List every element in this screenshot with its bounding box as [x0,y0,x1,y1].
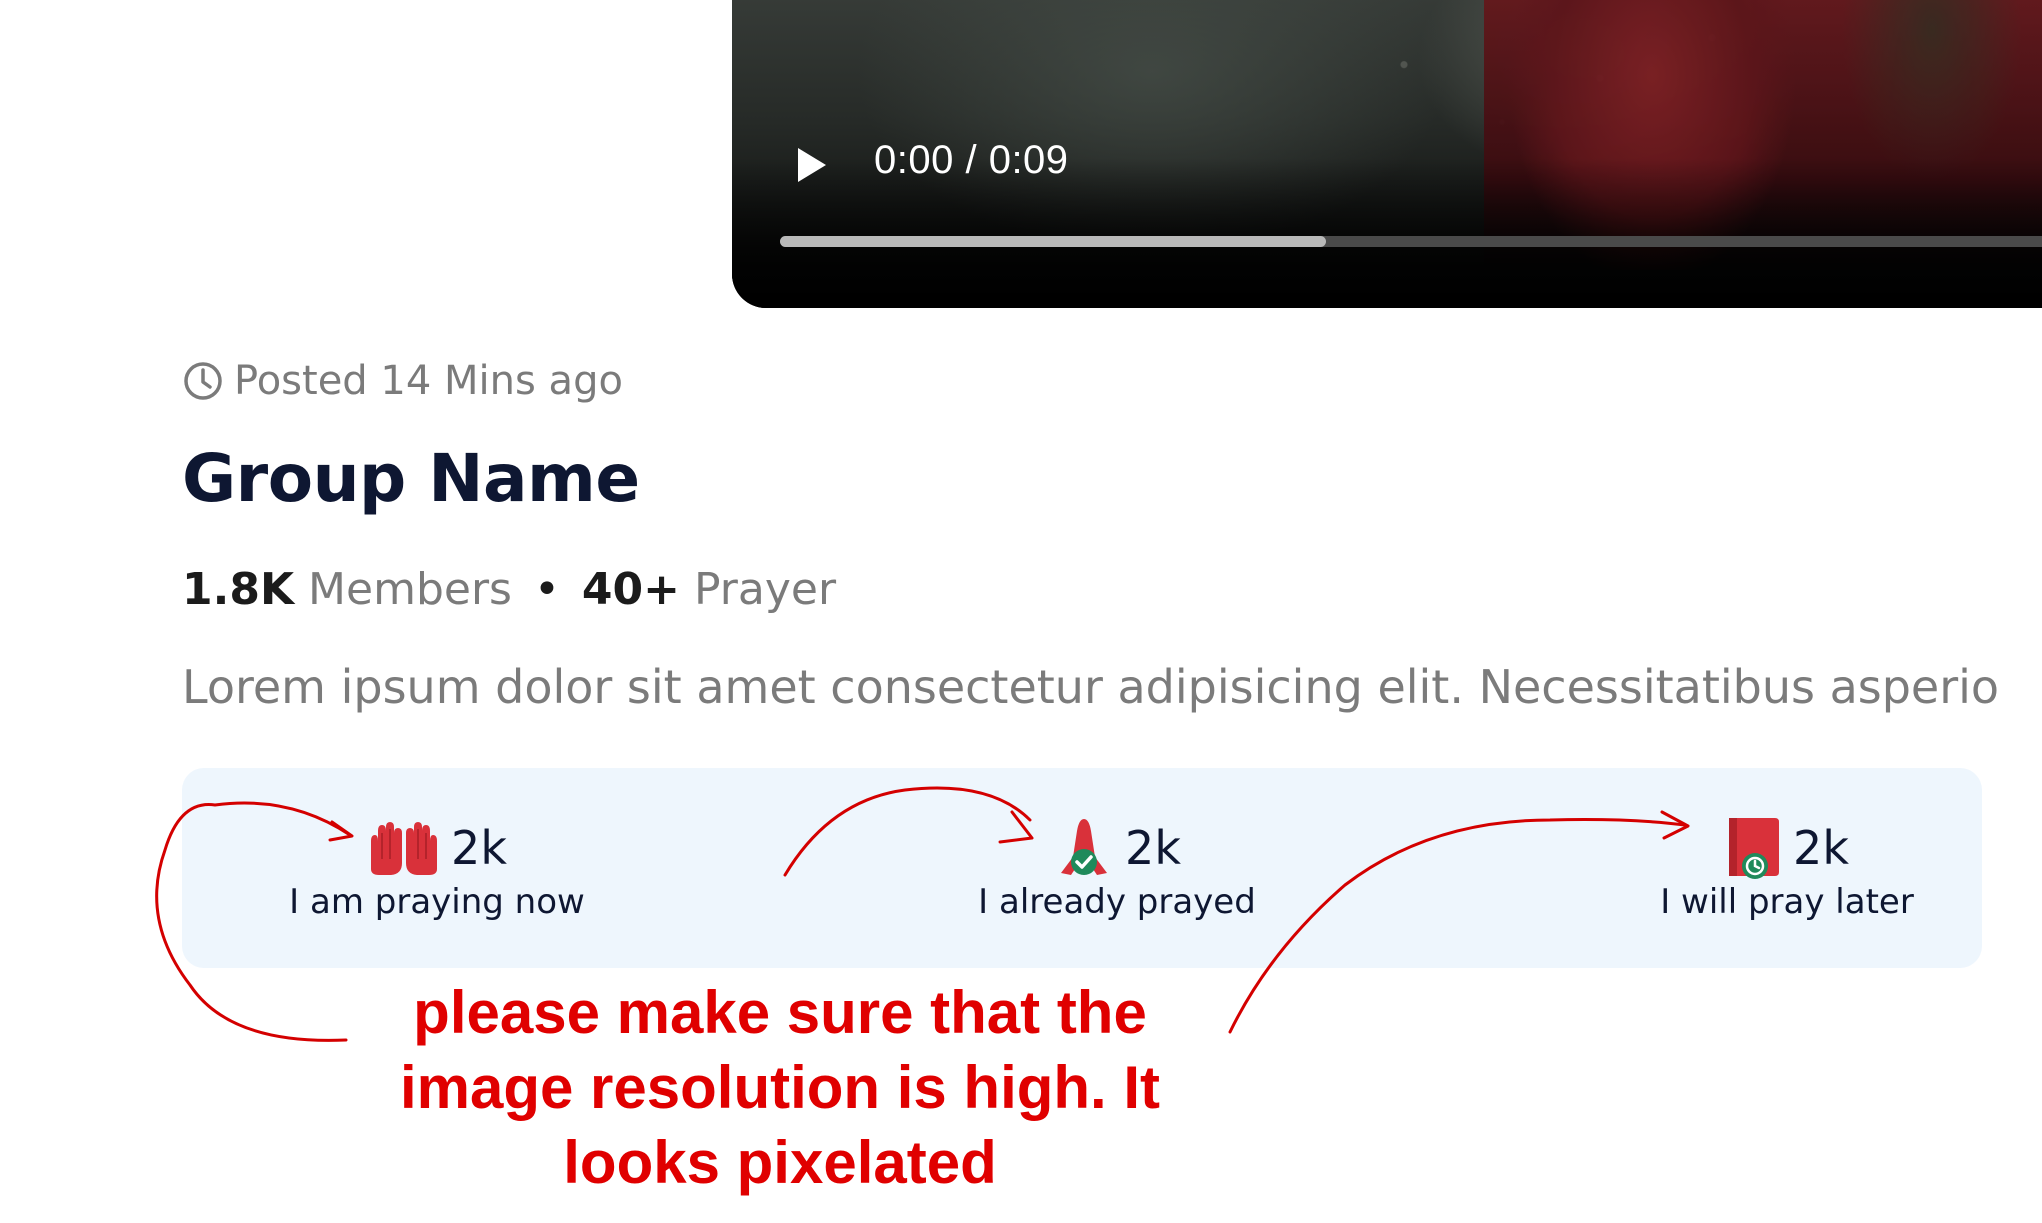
reaction-praying-now[interactable]: 2k I am praying now [277,816,597,922]
group-title: Group Name [182,440,640,517]
prayer-count: 40+ [581,564,681,615]
video-time: 0:00 / 0:09 [874,138,1069,182]
stats-separator: • [533,564,560,615]
video-player[interactable]: 0:00 / 0:09 [732,0,2042,308]
praying-hands-icon [371,822,438,875]
prayed-check-icon [1061,819,1108,875]
reaction-already-prayed[interactable]: 2k I already prayed [957,816,1277,922]
prayer-label: Prayer [694,564,837,615]
reaction-count: 2k [451,821,507,875]
posted-text: Posted 14 Mins ago [234,358,623,404]
group-description: Lorem ipsum dolor sit amet consectetur a… [182,660,2000,714]
reaction-pray-later[interactable]: 2k I will pray later [1627,816,1947,922]
members-label: Members [308,564,512,615]
reaction-label: I will pray later [1660,882,1914,922]
reaction-bar: 2k I am praying now 2k I already prayed [182,768,1982,968]
play-button[interactable] [792,145,832,185]
play-icon [798,148,826,182]
posted-time: Posted 14 Mins ago [182,358,623,404]
video-progress-fill [780,236,1326,247]
video-progress-bar[interactable] [780,236,2042,247]
annotation-note: please make sure that the image resoluti… [399,979,1161,1196]
reaction-count: 2k [1125,821,1181,875]
reaction-label: I am praying now [289,882,585,922]
reaction-count: 2k [1793,821,1849,875]
group-stats: 1.8K Members • 40+ Prayer [182,564,836,615]
pray-later-clock-icon [1729,818,1780,879]
members-count: 1.8K [182,564,295,615]
clock-icon [184,362,222,400]
reaction-label: I already prayed [978,882,1256,922]
page: 0:00 / 0:09 Posted 14 Mins ago Group Nam… [0,0,2042,1223]
